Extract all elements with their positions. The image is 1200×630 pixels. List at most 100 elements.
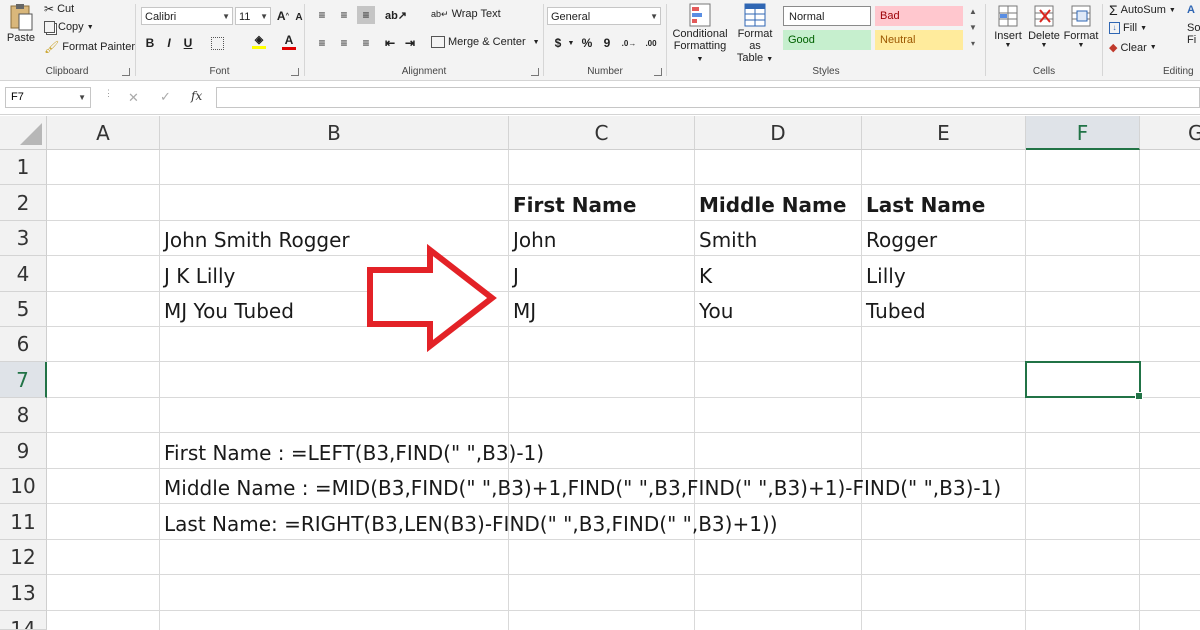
cell-e2[interactable]: Last Name (861, 193, 985, 217)
cell-d2[interactable]: Middle Name (694, 193, 846, 217)
cell-c5[interactable]: MJ (508, 299, 536, 323)
cell-e3[interactable]: Rogger (861, 228, 937, 252)
insert-button[interactable]: Insert ▼ (990, 2, 1026, 49)
cell-b10[interactable]: Middle Name : =MID(B3,FIND(" ",B3)+1,FIN… (159, 476, 1001, 500)
row-header-5[interactable]: 5 (0, 292, 47, 327)
borders-icon[interactable] (208, 34, 226, 52)
font-launcher-icon[interactable] (291, 68, 299, 76)
paste-button[interactable]: Paste (6, 2, 36, 56)
format-button[interactable]: Format ▼ (1062, 2, 1100, 49)
style-good[interactable]: Good (783, 30, 871, 50)
orientation-icon[interactable]: ab↗ (385, 6, 407, 24)
fill-label: Fill (1123, 22, 1138, 34)
row-header-6[interactable]: 6 (0, 327, 47, 362)
decrease-indent-icon[interactable]: ⇤ (381, 34, 399, 52)
cell-c3[interactable]: John (508, 228, 557, 252)
cell-b5[interactable]: MJ You Tubed (159, 299, 294, 323)
percent-button[interactable]: % (578, 34, 596, 52)
cell-b9[interactable]: First Name : =LEFT(B3,FIND(" ",B3)-1) (159, 441, 544, 465)
copy-button[interactable]: Copy ▼ (44, 21, 94, 33)
font-name-value: Calibri (145, 11, 177, 23)
eraser-icon: ◆ (1109, 42, 1118, 54)
align-right-icon[interactable]: ≡ (357, 34, 375, 52)
row-header-8[interactable]: 8 (0, 398, 47, 433)
cell-e5[interactable]: Tubed (861, 299, 926, 323)
cut-button[interactable]: ✂ Cut (44, 2, 74, 16)
increase-decimal-icon[interactable]: .0→ (620, 34, 638, 52)
formula-bar-grip-icon[interactable]: ⋮ (104, 89, 113, 98)
align-left-icon[interactable]: ≡ (313, 34, 331, 52)
cell-c2[interactable]: First Name (508, 193, 636, 217)
cell-b11[interactable]: Last Name: =RIGHT(B3,LEN(B3)-FIND(" ",B3… (159, 512, 778, 536)
clipboard-launcher-icon[interactable] (122, 68, 130, 76)
clear-button[interactable]: ◆ Clear ▼ (1109, 41, 1157, 55)
format-painter-button[interactable]: 🖌 Format Painter (44, 40, 135, 54)
merge-center-button[interactable]: Merge & Center ▼ (431, 36, 540, 48)
column-header-d[interactable]: D (695, 116, 862, 150)
cell-d3[interactable]: Smith (694, 228, 757, 252)
row-header-11[interactable]: 11 (0, 504, 47, 540)
decrease-decimal-icon[interactable]: .00 (642, 34, 660, 52)
cell-e4[interactable]: Lilly (861, 264, 906, 288)
align-middle-icon[interactable]: ≡ (335, 6, 353, 24)
column-header-a[interactable]: A (47, 116, 160, 150)
row-header-1[interactable]: 1 (0, 150, 47, 185)
conditional-formatting-button[interactable]: Conditional Formatting ▼ (669, 2, 731, 64)
column-header-b[interactable]: B (160, 116, 509, 150)
enter-icon[interactable]: ✓ (160, 89, 171, 105)
column-header-f[interactable]: F (1026, 116, 1140, 150)
row-header-4[interactable]: 4 (0, 256, 47, 292)
font-name-select[interactable]: Calibri ▼ (141, 7, 233, 25)
cell-d4[interactable]: K (694, 264, 712, 288)
cell-b4[interactable]: J K Lilly (159, 264, 235, 288)
bold-button[interactable]: B (141, 34, 159, 52)
cancel-icon[interactable]: ✕ (128, 90, 139, 106)
align-bottom-icon[interactable]: ≡ (357, 6, 375, 24)
style-bad[interactable]: Bad (875, 6, 963, 26)
column-header-c[interactable]: C (509, 116, 695, 150)
fill-color-icon[interactable]: ◈ (250, 32, 268, 50)
row-header-14[interactable]: 14 (0, 611, 47, 630)
number-format-select[interactable]: General ▼ (547, 7, 661, 25)
selected-cell-f7[interactable] (1025, 361, 1143, 400)
cell-d5[interactable]: You (694, 299, 733, 323)
row-header-2[interactable]: 2 (0, 185, 47, 221)
column-header-e[interactable]: E (862, 116, 1026, 150)
increase-indent-icon[interactable]: ⇥ (401, 34, 419, 52)
conditional-formatting-icon (689, 3, 711, 27)
cell-b3[interactable]: John Smith Rogger (159, 228, 350, 252)
cell-c4[interactable]: J (508, 264, 519, 288)
number-launcher-icon[interactable] (654, 68, 662, 76)
delete-button[interactable]: Delete ▼ (1026, 2, 1062, 49)
row-header-9[interactable]: 9 (0, 433, 47, 469)
row-header-10[interactable]: 10 (0, 469, 47, 504)
format-as-table-button[interactable]: Format as Table ▼ (731, 2, 779, 64)
merge-icon (431, 36, 445, 48)
fill-button[interactable]: ↓ Fill ▼ (1109, 22, 1147, 34)
font-size-select[interactable]: 11 ▼ (235, 7, 271, 25)
italic-button[interactable]: I (160, 34, 178, 52)
styles-scroll[interactable]: ▲ ▼ ▾ (967, 4, 979, 54)
row-header-3[interactable]: 3 (0, 221, 47, 256)
insert-function-icon[interactable]: fx (191, 89, 202, 103)
number-group-label: Number (587, 66, 623, 77)
sort-filter-button[interactable]: A So Fi (1187, 4, 1200, 46)
fill-handle[interactable] (1135, 392, 1143, 400)
alignment-launcher-icon[interactable] (531, 68, 539, 76)
style-neutral[interactable]: Neutral (875, 30, 963, 50)
underline-button[interactable]: U (179, 34, 197, 52)
wrap-text-button[interactable]: ab↵ Wrap Text (431, 8, 501, 20)
comma-button[interactable]: 9 (598, 34, 616, 52)
column-header-g[interactable]: G (1140, 116, 1200, 150)
row-header-13[interactable]: 13 (0, 575, 47, 611)
font-color-icon[interactable]: A (280, 32, 298, 50)
align-center-icon[interactable]: ≡ (335, 34, 353, 52)
name-box[interactable]: F7 ▼ (5, 87, 91, 108)
autosum-button[interactable]: Σ AutoSum ▼ (1109, 2, 1176, 18)
align-top-icon[interactable]: ≡ (313, 6, 331, 24)
row-header-12[interactable]: 12 (0, 540, 47, 575)
style-normal[interactable]: Normal (783, 6, 871, 26)
select-all-corner[interactable] (0, 116, 47, 150)
row-header-7[interactable]: 7 (0, 362, 47, 398)
formula-input[interactable] (216, 87, 1200, 108)
